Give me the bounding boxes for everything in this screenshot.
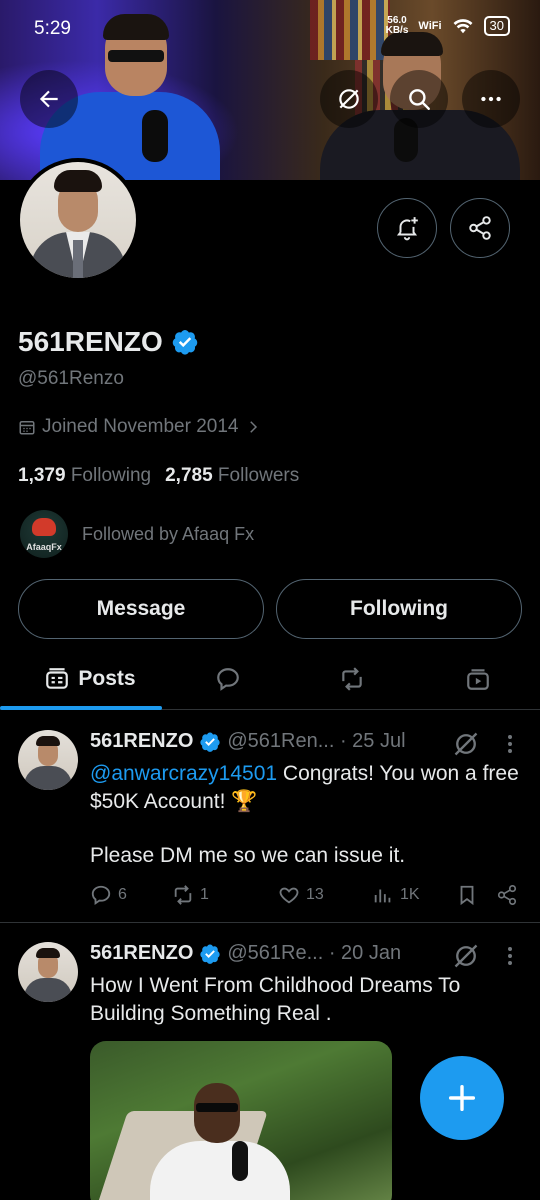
plus-icon xyxy=(448,1084,476,1112)
joined-label: Joined November 2014 xyxy=(42,416,239,437)
notifications-button[interactable] xyxy=(377,198,437,258)
message-button[interactable]: Message xyxy=(18,579,264,639)
bookmark-button[interactable] xyxy=(456,884,478,906)
wifi-label: WiFi xyxy=(418,20,442,32)
profile-tabs: Posts xyxy=(0,648,540,710)
profile-handle: @561Renzo xyxy=(18,368,124,389)
mention-link[interactable]: @anwarcrazy14501 xyxy=(90,762,277,785)
compose-post-button[interactable] xyxy=(420,1056,504,1140)
share-icon xyxy=(469,216,491,240)
profile-avatar[interactable] xyxy=(16,158,140,282)
grok-button[interactable] xyxy=(320,70,378,128)
speech-bubble-icon xyxy=(217,668,239,691)
grok-icon[interactable] xyxy=(452,730,480,758)
reply-icon xyxy=(91,885,111,905)
calendar-icon xyxy=(19,421,35,435)
post-meta: @561Ren... · 25 Jul xyxy=(227,730,406,752)
posts-icon xyxy=(46,668,69,689)
video-icon xyxy=(467,669,489,690)
follower-avatar: AfaaqFx xyxy=(20,510,68,558)
search-button[interactable] xyxy=(390,70,448,128)
verified-badge-icon xyxy=(200,732,220,752)
back-button[interactable] xyxy=(20,70,78,128)
following-button[interactable]: Following xyxy=(276,579,522,639)
bull-logo-icon xyxy=(32,518,56,536)
network-speed: 56.0 KB/s xyxy=(385,15,409,36)
followed-by-text: Followed by Afaaq Fx xyxy=(82,523,255,544)
following-stat[interactable]: 1,379 Following xyxy=(18,465,151,487)
profile-name-row: 561RENZO xyxy=(18,326,199,358)
wifi-icon xyxy=(453,19,472,34)
joined-date[interactable]: Joined November 2014 xyxy=(18,416,262,438)
post-actions: 6 1 13 1K xyxy=(90,880,530,910)
profile-display-name: 561RENZO xyxy=(18,326,163,357)
post-item[interactable]: 561RENZO @561Ren... · 25 Jul @anwarcrazy… xyxy=(0,730,540,910)
post-text: @anwarcrazy14501 Congrats! You won a fre… xyxy=(90,762,519,867)
search-icon xyxy=(409,89,430,110)
share-post-button[interactable] xyxy=(496,884,518,906)
active-tab-indicator xyxy=(0,706,162,710)
repost-button[interactable]: 1 xyxy=(172,884,209,906)
post-avatar[interactable] xyxy=(18,942,78,1002)
share-icon xyxy=(497,885,517,905)
more-vertical-icon[interactable] xyxy=(500,732,520,756)
verified-badge-icon[interactable] xyxy=(171,328,199,356)
repost-icon xyxy=(174,885,192,905)
share-profile-button[interactable] xyxy=(450,198,510,258)
more-horizontal-icon xyxy=(481,96,501,102)
post-text: How I Went From Childhood Dreams To Buil… xyxy=(90,974,461,1025)
bell-plus-icon xyxy=(396,217,418,241)
post-avatar[interactable] xyxy=(18,730,78,790)
banner-microphone-left xyxy=(142,110,168,162)
post-author-name: 561RENZO xyxy=(90,730,194,752)
bar-chart-icon xyxy=(374,889,391,903)
tab-posts[interactable]: Posts xyxy=(18,648,162,710)
post-author-name: 561RENZO xyxy=(90,942,194,964)
more-options-button[interactable] xyxy=(462,70,520,128)
post-header: 561RENZO @561Re... · 20 Jan xyxy=(90,942,401,965)
chevron-right-icon xyxy=(250,421,258,433)
arrow-left-icon xyxy=(39,90,58,108)
tab-videos[interactable] xyxy=(448,648,508,710)
verified-badge-icon xyxy=(200,944,220,964)
status-time: 5:29 xyxy=(34,18,71,39)
grok-icon xyxy=(339,89,359,109)
views-button[interactable]: 1K xyxy=(372,884,420,906)
heart-icon xyxy=(279,887,299,904)
follow-stats: 1,379 Following 2,785 Followers xyxy=(18,465,299,487)
reply-button[interactable]: 6 xyxy=(90,884,127,906)
tab-reposts[interactable] xyxy=(322,648,382,710)
post-divider xyxy=(0,922,540,923)
like-button[interactable]: 13 xyxy=(278,884,324,906)
followers-stat[interactable]: 2,785 Followers xyxy=(165,465,299,487)
status-icons: 56.0 KB/s WiFi 30 xyxy=(386,16,510,36)
tab-replies[interactable] xyxy=(198,648,258,710)
battery-indicator: 30 xyxy=(483,16,510,36)
grok-icon[interactable] xyxy=(452,942,480,970)
followed-by[interactable]: AfaaqFx Followed by Afaaq Fx xyxy=(20,510,254,558)
status-bar: 5:29 56.0 KB/s WiFi 30 xyxy=(0,0,540,58)
post-media-video[interactable] xyxy=(90,1041,392,1200)
bookmark-icon xyxy=(460,885,474,906)
more-vertical-icon[interactable] xyxy=(500,944,520,968)
post-header: 561RENZO @561Ren... · 25 Jul xyxy=(90,730,406,753)
repost-icon xyxy=(342,667,362,691)
post-meta: @561Re... · 20 Jan xyxy=(227,942,402,964)
